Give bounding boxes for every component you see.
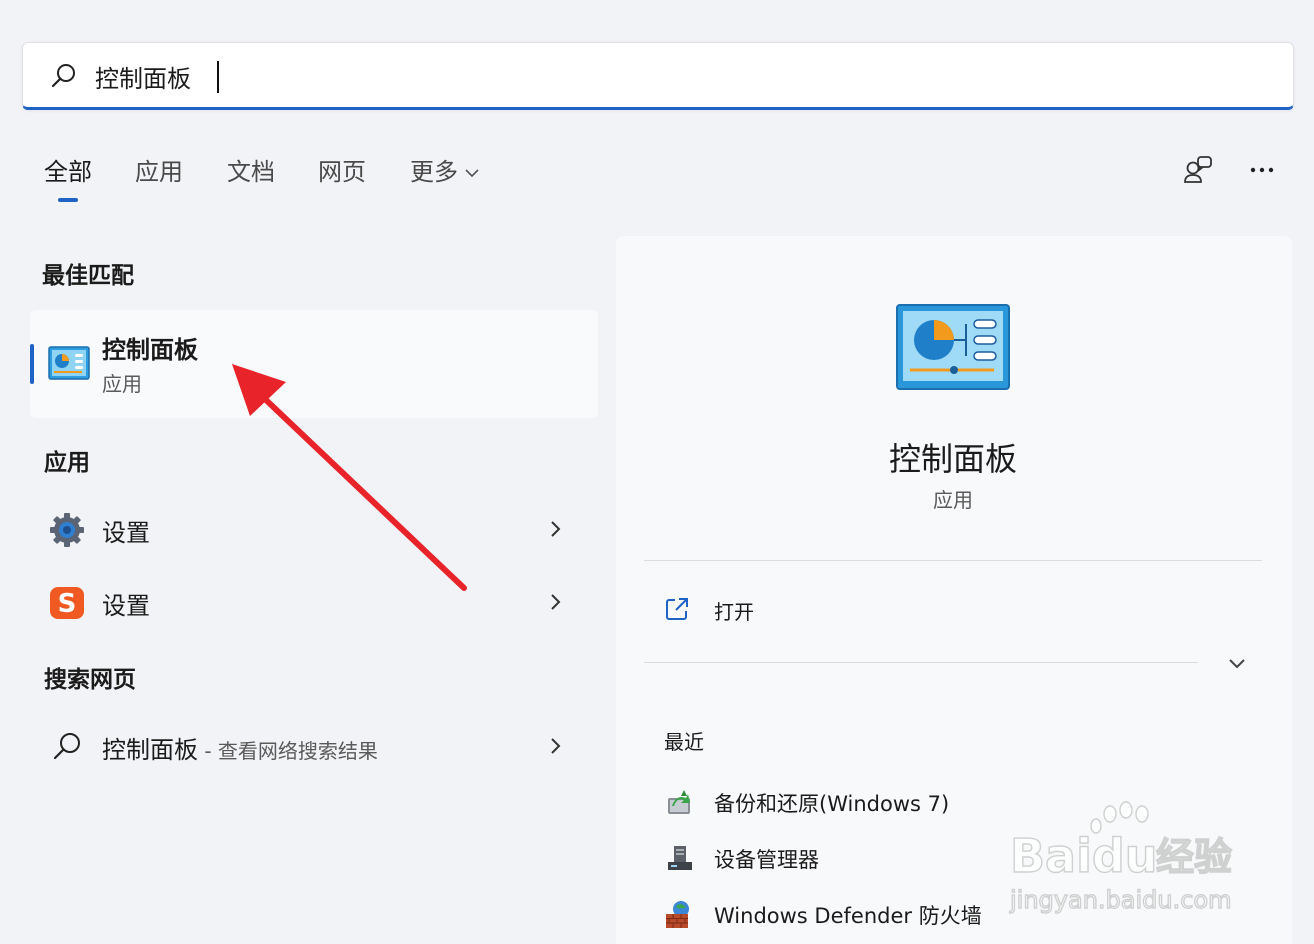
svg-text:S: S: [58, 589, 77, 619]
search-icon: [51, 64, 75, 88]
recent-heading: 最近: [664, 730, 704, 754]
tab-apps[interactable]: 应用: [135, 152, 183, 187]
tab-more-label: 更多: [410, 158, 458, 186]
account-button[interactable]: [1176, 148, 1220, 192]
sogou-icon: S: [50, 587, 84, 619]
tab-all[interactable]: 全部: [44, 152, 92, 187]
open-label: 打开: [714, 600, 754, 624]
apps-heading: 应用: [44, 450, 90, 476]
open-button[interactable]: 打开: [644, 584, 1264, 636]
open-external-icon: [666, 598, 688, 620]
text-caret: [217, 61, 219, 93]
firewall-icon: [666, 901, 689, 928]
gear-icon: [50, 513, 84, 547]
detail-app-name: 控制面板: [888, 440, 1017, 478]
search-box[interactable]: [22, 42, 1294, 110]
active-tab-indicator: [58, 198, 78, 202]
best-match-name: 控制面板: [102, 336, 198, 364]
app-result-sogou-settings[interactable]: S 设置: [30, 572, 598, 632]
app-result-label: 设置: [102, 592, 150, 620]
tab-more[interactable]: 更多: [410, 152, 480, 187]
search-input[interactable]: [95, 55, 1245, 97]
web-search-query: 控制面板: [102, 736, 198, 764]
chevron-right-icon: [551, 594, 561, 610]
recent-item-label: Windows Defender 防火墙: [714, 904, 982, 928]
expand-chevron-icon[interactable]: [1222, 652, 1252, 676]
search-icon: [53, 733, 80, 760]
tab-web[interactable]: 网页: [318, 152, 366, 187]
chevron-down-icon: [465, 169, 479, 178]
recent-item-firewall[interactable]: Windows Defender 防火墙: [660, 894, 1220, 934]
recent-item-label: 备份和还原(Windows 7): [714, 792, 950, 816]
tab-documents[interactable]: 文档: [227, 152, 275, 187]
app-result-settings[interactable]: 设置: [30, 499, 598, 559]
best-match-item[interactable]: 控制面板 应用: [30, 310, 598, 418]
recent-item-backup[interactable]: 备份和还原(Windows 7): [660, 782, 1220, 822]
chevron-right-icon: [551, 738, 561, 754]
divider: [644, 662, 1198, 663]
people-icon: [1184, 156, 1212, 183]
control-panel-icon: [48, 346, 90, 380]
more-options-button[interactable]: [1240, 148, 1284, 192]
recent-item-device-manager[interactable]: 设备管理器: [660, 838, 1220, 878]
web-search-result[interactable]: 控制面板 - 查看网络搜索结果: [30, 716, 598, 776]
best-match-heading: 最佳匹配: [42, 263, 134, 289]
app-result-label: 设置: [102, 519, 150, 547]
detail-panel: 控制面板 应用 打开 最近 备份和还原(Windows 7) 设备管理器 Win…: [616, 236, 1292, 944]
backup-icon: [668, 790, 690, 814]
detail-app-type: 应用: [933, 488, 973, 512]
web-search-label: 控制面板 - 查看网络搜索结果: [102, 730, 378, 765]
device-manager-icon: [668, 846, 692, 870]
web-search-heading: 搜索网页: [44, 667, 136, 693]
more-icon: [1250, 167, 1274, 173]
control-panel-icon: [896, 304, 1010, 390]
divider: [644, 560, 1262, 561]
recent-item-label: 设备管理器: [714, 848, 819, 872]
best-match-type: 应用: [102, 372, 142, 396]
chevron-right-icon: [551, 521, 561, 537]
selection-indicator: [30, 344, 34, 384]
web-search-suffix: - 查看网络搜索结果: [198, 739, 378, 763]
